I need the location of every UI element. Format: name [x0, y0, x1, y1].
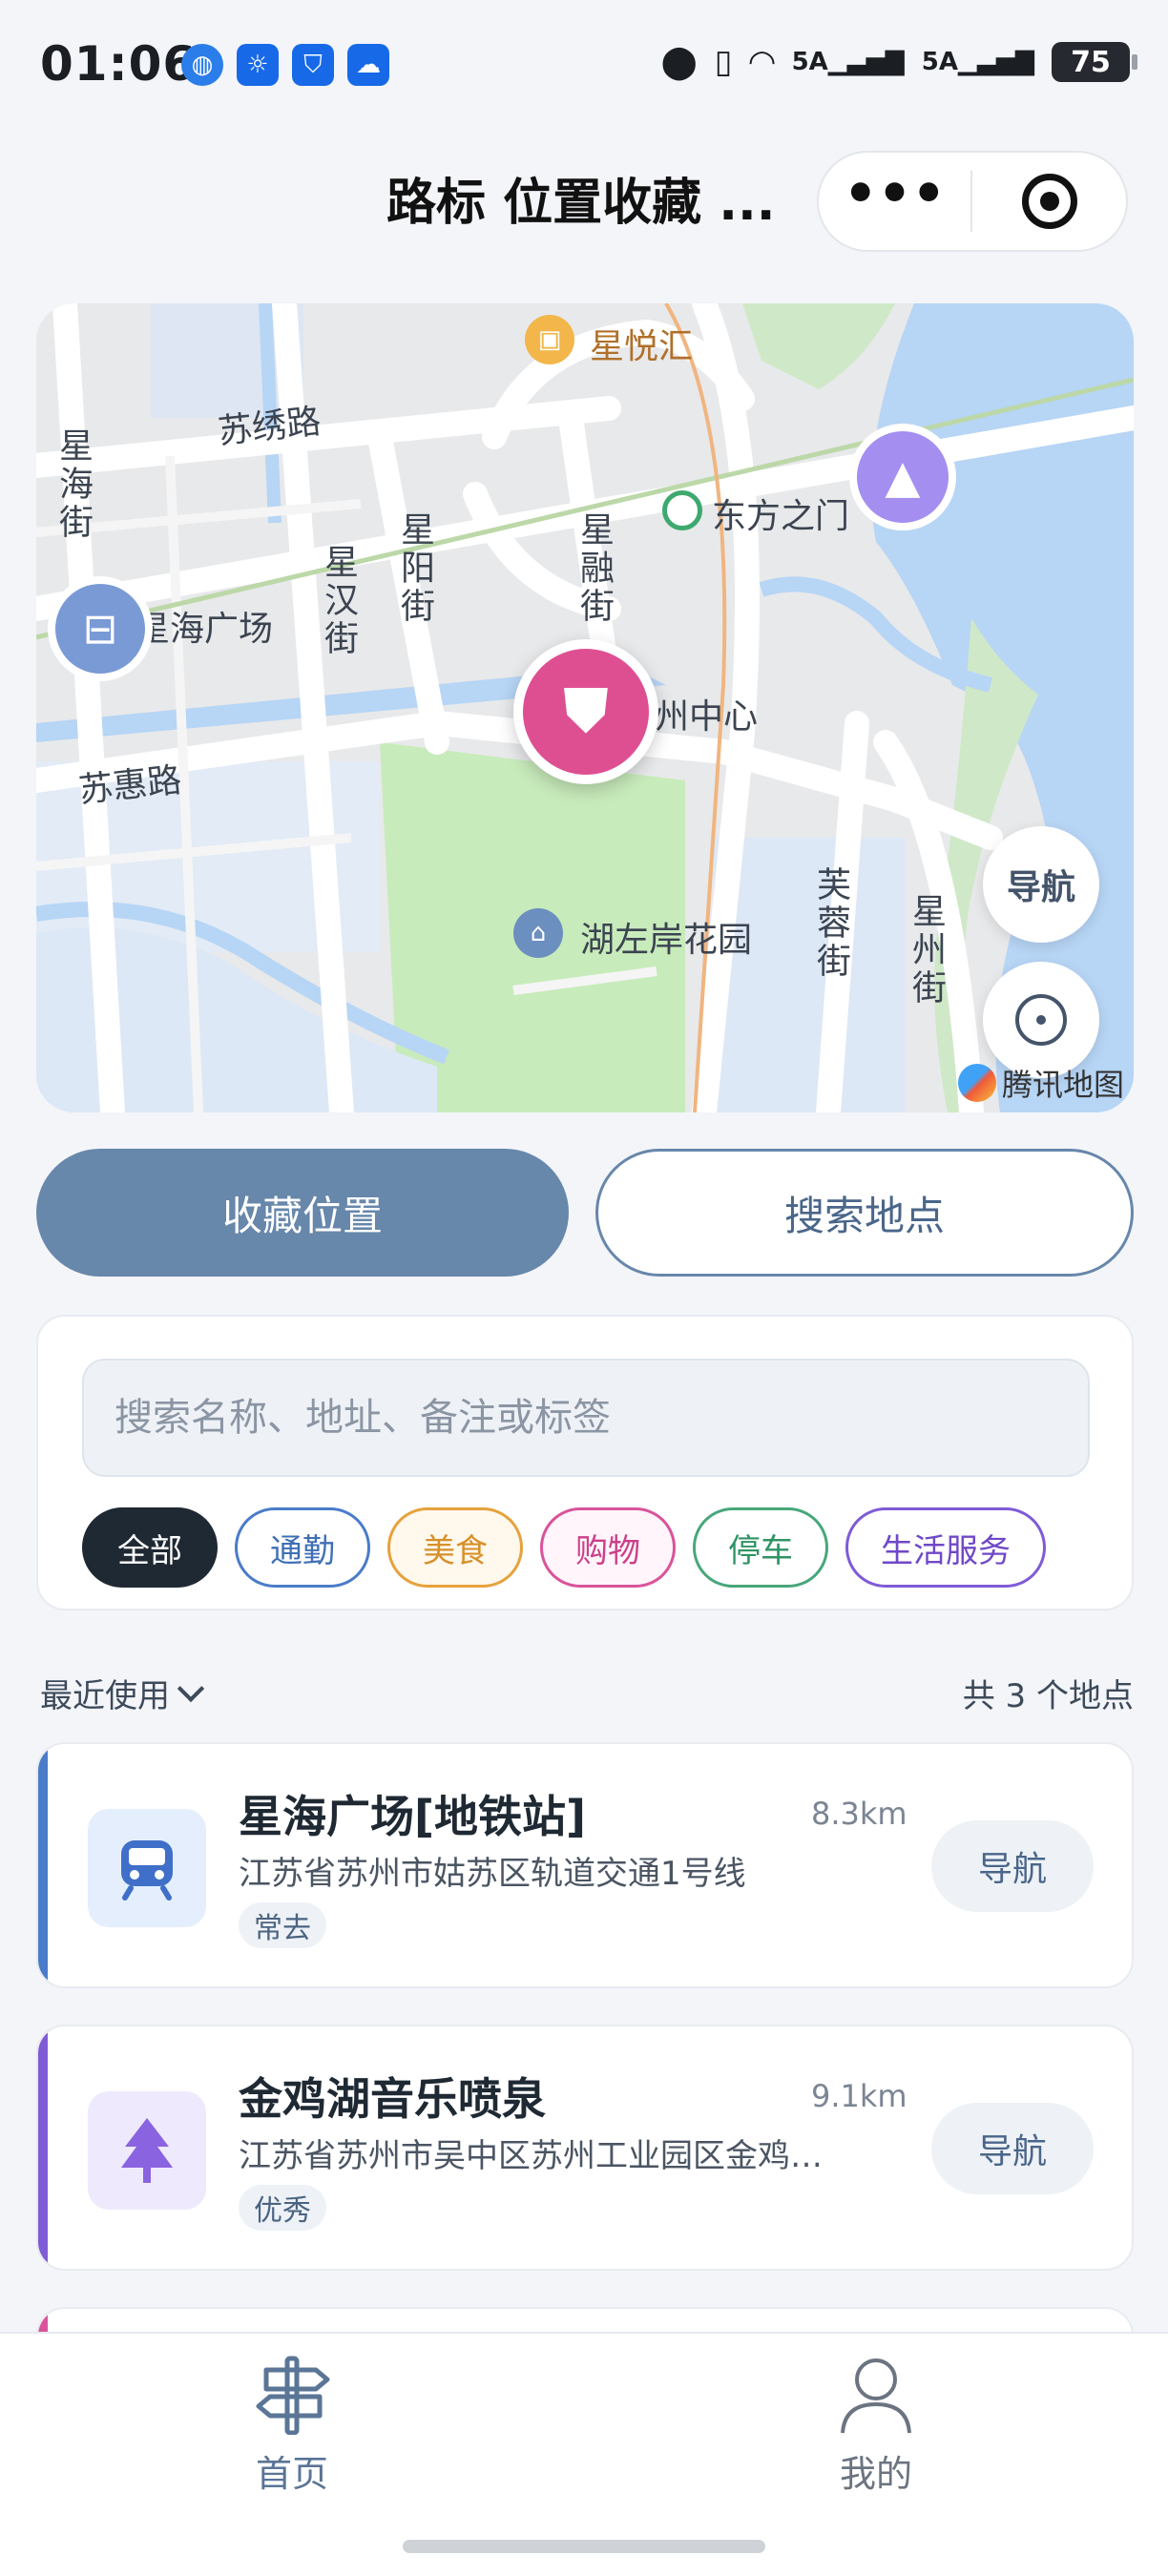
status-bar: 01:06 ◍ ☼ ⛉ ☁ ⬤ ▯ ◠ 5A▁▃▅▇ 5A▁▃▅▇ 75 — [0, 0, 1168, 134]
map-label-xinghai-square: 星海广场 — [136, 610, 274, 649]
map-label-xinghan-street: 星汉街 — [319, 544, 358, 658]
map-navigate-label: 导航 — [1006, 868, 1075, 907]
place-name: 星海广场[地铁站] — [239, 1791, 587, 1842]
fountain-marker[interactable]: ▲ — [849, 424, 956, 530]
category-chip[interactable]: 通勤 — [235, 1507, 370, 1588]
category-chip[interactable]: 全部 — [82, 1507, 218, 1588]
user-icon — [841, 2358, 911, 2434]
cloud-icon: ☁ — [347, 44, 389, 86]
more-options-icon[interactable]: ••• — [819, 168, 970, 221]
tab-home-label: 首页 — [255, 2453, 328, 2495]
place-tag: 优秀 — [239, 2185, 326, 2231]
action-buttons: 收藏位置 搜索地点 — [36, 1149, 1134, 1277]
shield-icon: ⛉ — [292, 44, 334, 86]
shopping-bag-icon: ⛊ — [563, 676, 609, 747]
category-chip[interactable]: 停车 — [693, 1507, 828, 1588]
place-distance: 9.1km — [811, 2078, 907, 2114]
card-icon-box — [88, 2091, 206, 2210]
home-indicator[interactable] — [403, 2540, 765, 2553]
shopping-marker[interactable]: ⛊ — [513, 639, 658, 784]
map-label-xingrong-street: 星融街 — [574, 511, 614, 626]
place-card[interactable]: 金鸡湖音乐喷泉 9.1km 江苏省苏州市吴中区苏州工业园区金鸡… 优秀 导航 — [36, 2025, 1134, 2271]
target-icon — [1021, 174, 1077, 229]
tencent-map-logo-icon — [957, 1064, 996, 1102]
mini-program-capsule: ••• — [817, 151, 1128, 252]
residence-poi-icon: ⌂ — [513, 908, 563, 958]
close-mini-program-button[interactable] — [972, 174, 1126, 229]
map-label-hupan-garden: 湖左岸花园 — [580, 921, 753, 960]
map-label-mall: 星悦汇 — [590, 327, 694, 366]
navigate-button[interactable]: 导航 — [931, 1820, 1094, 1912]
place-count: 共 3 个地点 — [962, 1677, 1134, 1715]
map-navigate-button[interactable]: 导航 — [983, 826, 1099, 943]
place-card[interactable]: 星海广场[地铁站] 8.3km 江苏省苏州市姑苏区轨道交通1号线 常去 导航 — [36, 1742, 1134, 1988]
place-name: 金鸡湖音乐喷泉 — [239, 2073, 546, 2125]
tab-mine-label: 我的 — [839, 2453, 912, 2495]
tree-icon: ▲ — [885, 450, 921, 504]
card-accent-bar — [38, 1744, 48, 1986]
page-title: 路标 位置收藏 ... — [386, 175, 776, 232]
map-label-east-gate: 东方之门 — [712, 497, 850, 536]
signal-icon-2: 5A▁▃▅▇ — [921, 48, 1034, 76]
search-place-button[interactable]: 搜索地点 — [595, 1149, 1134, 1277]
map-label-xingzhou-street: 星州街 — [907, 893, 946, 1008]
map-label-xinghai-street: 星海街 — [53, 427, 93, 542]
tab-mine[interactable]: 我的 — [781, 2353, 971, 2497]
map-brand: 腾讯地图 — [957, 1061, 1124, 1105]
card-icon-box — [88, 1809, 206, 1927]
signal-icon: 5A▁▃▅▇ — [791, 48, 905, 76]
signpost-icon — [256, 2356, 330, 2435]
navigate-button[interactable]: 导航 — [931, 2103, 1094, 2194]
status-app-icons: ◍ ☼ ⛉ ☁ — [181, 44, 389, 86]
location-icon: ⬤ — [660, 43, 698, 81]
place-tag: 常去 — [239, 1902, 326, 1948]
category-chip[interactable]: 生活服务 — [845, 1507, 1046, 1588]
tree-icon — [121, 2118, 173, 2183]
category-chip[interactable]: 购物 — [540, 1507, 676, 1588]
wifi-icon: ◠ — [749, 43, 775, 81]
map-label-xingyang-street: 星阳街 — [395, 511, 434, 626]
list-header: 最近使用 共 3 个地点 — [40, 1670, 1134, 1717]
filter-card: 全部通勤美食购物停车生活服务 — [36, 1315, 1134, 1610]
place-address: 江苏省苏州市吴中区苏州工业园区金鸡… — [239, 2137, 823, 2175]
place-distance: 8.3km — [811, 1796, 907, 1832]
map-label-suzhou-center: 州中心 — [655, 697, 759, 737]
status-time: 01:06 — [40, 36, 198, 92]
metro-marker[interactable]: ⊟ — [48, 576, 153, 681]
card-accent-bar — [38, 2026, 48, 2269]
map-label-furong-street: 芙蓉街 — [811, 866, 850, 981]
vibrate-icon: ▯ — [714, 43, 733, 81]
browser-icon: ◍ — [181, 44, 223, 86]
lightbulb-icon: ☼ — [237, 44, 279, 86]
mall-poi-icon: ▣ — [525, 315, 574, 364]
page-header: 路标 位置收藏 ... ••• — [0, 143, 1168, 258]
place-address: 江苏省苏州市姑苏区轨道交通1号线 — [239, 1855, 746, 1893]
chevron-down-icon — [177, 1674, 205, 1702]
save-location-button[interactable]: 收藏位置 — [36, 1149, 569, 1277]
tab-home[interactable]: 首页 — [197, 2353, 387, 2497]
metro-icon — [121, 1840, 173, 1901]
metro-station-icon — [662, 490, 702, 530]
sort-dropdown[interactable]: 最近使用 — [40, 1670, 205, 1716]
locate-icon — [1015, 994, 1067, 1046]
search-input[interactable] — [82, 1359, 1090, 1477]
map-view[interactable]: 星悦汇 ▣ 星海街 苏绣路 星汉街 星阳街 星融街 东方之门 星海广场 州中心 … — [36, 303, 1134, 1112]
category-chip[interactable]: 美食 — [387, 1507, 523, 1588]
map-brand-label: 腾讯地图 — [1001, 1067, 1124, 1103]
battery-icon: 75 — [1052, 42, 1137, 82]
sort-label: 最近使用 — [40, 1677, 170, 1715]
metro-icon: ⊟ — [82, 604, 118, 654]
category-chips: 全部 通勤 美食 购物 停车 生活服务 — [82, 1507, 1046, 1588]
status-right: ⬤ ▯ ◠ 5A▁▃▅▇ 5A▁▃▅▇ 75 — [660, 42, 1137, 82]
